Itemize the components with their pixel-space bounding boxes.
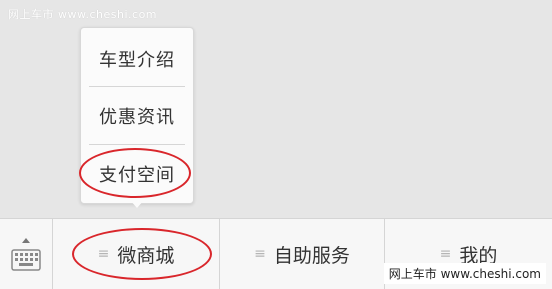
menu-lines-icon: ≡ [97, 246, 110, 262]
watermark-top: 网上车市 www.cheshi.com [8, 8, 158, 21]
keyboard-icon [11, 238, 41, 271]
menu-lines-icon: ≡ [254, 246, 266, 262]
tab-self-service[interactable]: ≡ 自助服务 [220, 219, 385, 289]
menu-item-car-models[interactable]: 车型介绍 [81, 30, 193, 87]
menu-item-label: 支付空间 [99, 164, 175, 186]
menu-item-label: 车型介绍 [99, 49, 175, 71]
popup-arrow [130, 200, 144, 208]
menu-item-payment-space[interactable]: 支付空间 [81, 145, 193, 202]
popup-menu: 车型介绍 优惠资讯 支付空间 [80, 27, 194, 204]
tab-label: 自助服务 [273, 244, 350, 267]
menu-item-label: 优惠资讯 [99, 106, 175, 128]
menu-lines-icon: ≡ [439, 246, 452, 262]
keyboard-toggle-button[interactable] [0, 219, 53, 289]
tab-micro-mall[interactable]: ≡ 微商城 [53, 219, 220, 289]
watermark-bottom: 网上车市 www.cheshi.com [383, 263, 546, 284]
menu-item-promotions[interactable]: 优惠资讯 [81, 87, 193, 144]
tab-label: 微商城 [117, 244, 175, 267]
